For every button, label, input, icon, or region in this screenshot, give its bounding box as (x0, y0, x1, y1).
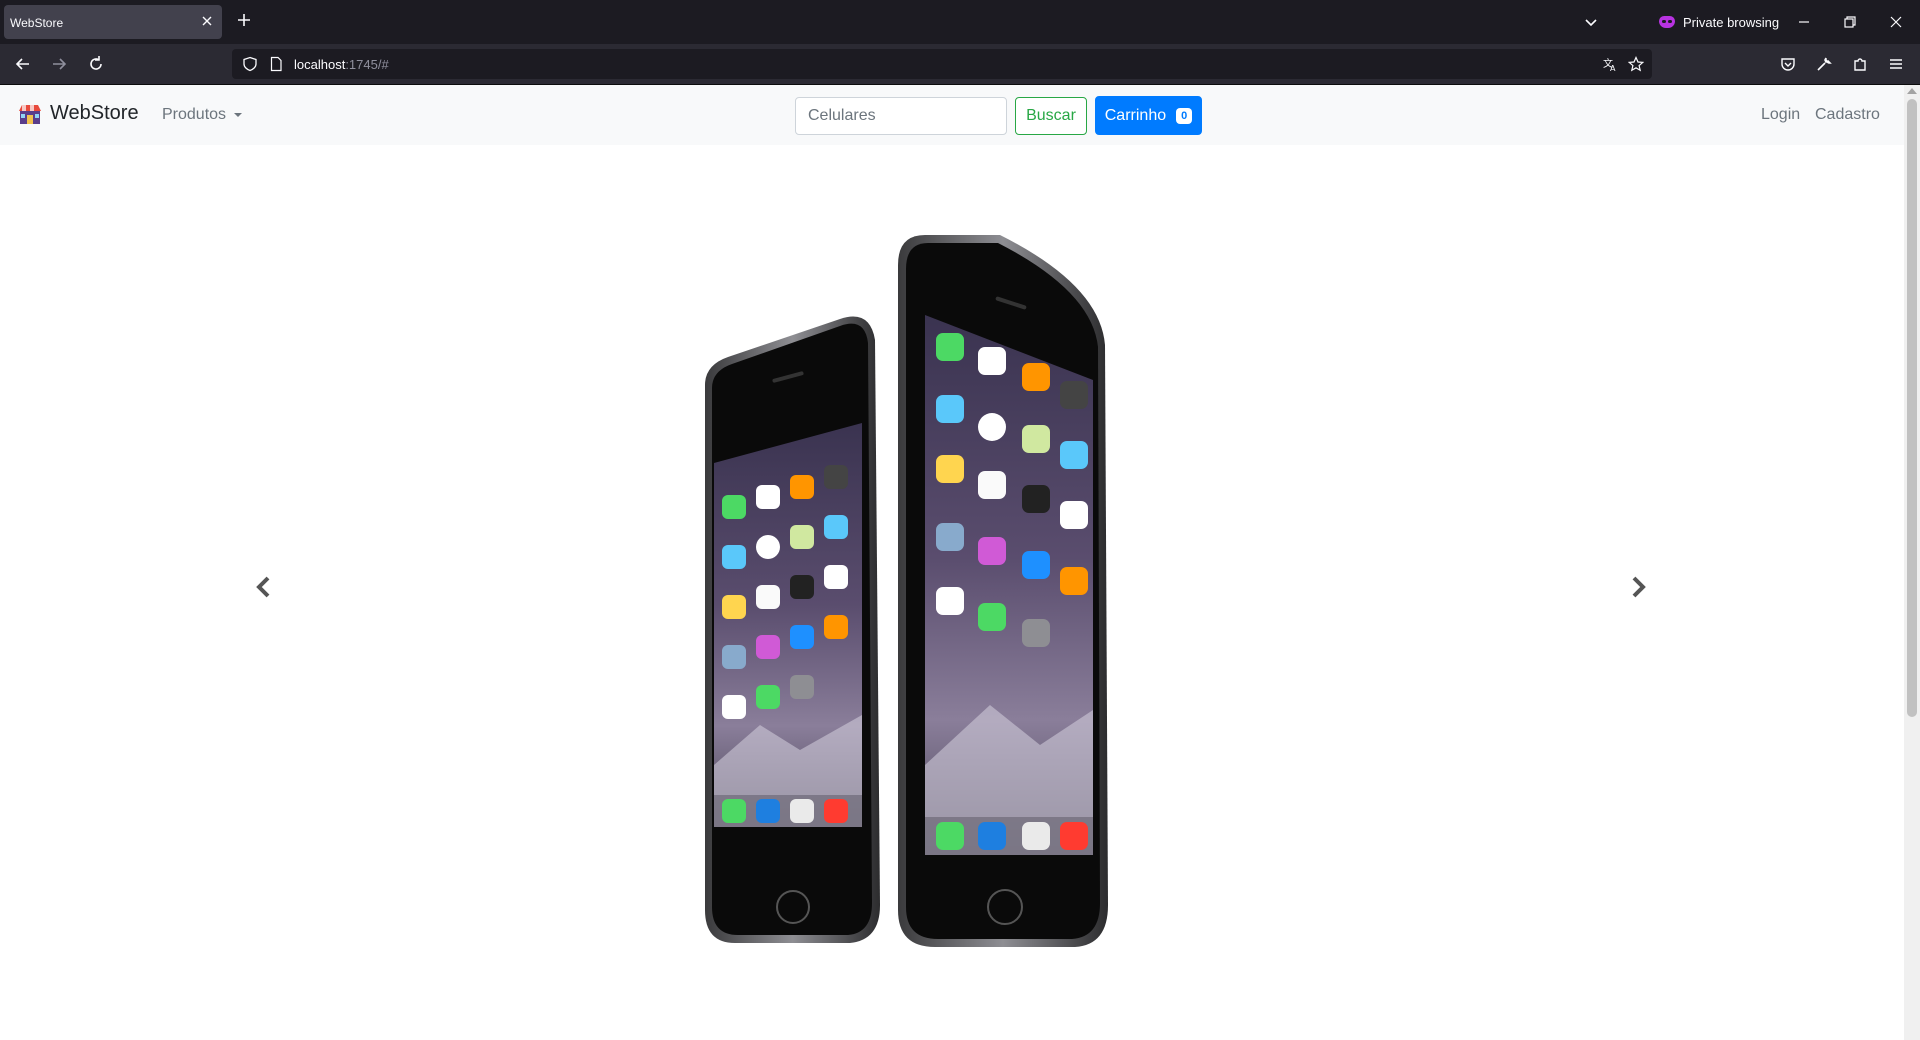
minimize-icon[interactable] (1794, 12, 1814, 32)
svg-text:A: A (1610, 64, 1616, 72)
browser-tabbar: WebStore Private browsing (0, 0, 1920, 44)
close-window-icon[interactable] (1886, 12, 1906, 32)
menu-hamburger-icon[interactable] (1886, 54, 1906, 74)
scroll-thumb[interactable] (1907, 99, 1917, 717)
carousel-slide-image (705, 235, 1108, 947)
search-input[interactable] (795, 97, 1007, 135)
shield-icon[interactable] (242, 56, 258, 72)
cart-count-badge: 0 (1176, 107, 1193, 124)
scroll-up-arrow-icon[interactable] (1907, 88, 1917, 94)
back-arrow-icon[interactable] (13, 54, 33, 74)
page-icon[interactable] (268, 56, 284, 72)
private-mask-icon (1659, 16, 1675, 28)
restore-icon[interactable] (1840, 12, 1860, 32)
translate-icon[interactable]: 文A (1602, 56, 1618, 72)
products-dropdown[interactable]: Produtos (162, 106, 243, 124)
caret-down-icon (234, 113, 243, 117)
reload-icon[interactable] (86, 54, 106, 74)
chevron-down-icon[interactable] (1584, 15, 1598, 29)
wrench-icon[interactable] (1814, 54, 1834, 74)
private-browsing-indicator: Private browsing (1659, 13, 1779, 31)
chevron-right-icon[interactable] (1628, 575, 1648, 599)
carousel (0, 145, 1904, 1040)
signup-link[interactable]: Cadastro (1815, 106, 1880, 124)
browser-tab[interactable]: WebStore (4, 5, 222, 39)
url-path: :1745/# (345, 57, 389, 72)
iphone-large (898, 235, 1108, 947)
browser-toolbar: localhost:1745/# 文A (0, 44, 1920, 84)
new-tab-icon[interactable] (236, 12, 252, 28)
bookmark-star-icon[interactable] (1628, 56, 1644, 72)
address-bar[interactable]: localhost:1745/# 文A (232, 49, 1652, 79)
store-icon (19, 104, 41, 124)
page-scrollbar[interactable] (1904, 85, 1920, 1040)
forward-arrow-icon[interactable] (49, 54, 69, 74)
cart-label: Carrinho (1104, 106, 1167, 124)
brand-link[interactable]: WebStore (18, 102, 139, 125)
login-link[interactable]: Login (1761, 106, 1800, 124)
products-dropdown-label: Produtos (162, 106, 227, 123)
page-viewport: WebStore Produtos Buscar Carrinho 0 Logi… (0, 85, 1920, 1040)
url-host: localhost (294, 57, 346, 72)
close-tab-icon[interactable] (200, 14, 214, 28)
iphone-small (705, 316, 880, 943)
url-text[interactable]: localhost:1745/# (294, 57, 389, 72)
search-button[interactable]: Buscar (1015, 97, 1087, 135)
extensions-icon[interactable] (1850, 54, 1870, 74)
private-browsing-label: Private browsing (1683, 14, 1780, 30)
site-navbar: WebStore Produtos Buscar Carrinho 0 Logi… (0, 85, 1904, 145)
cart-button[interactable]: Carrinho 0 (1095, 96, 1202, 135)
tab-title: WebStore (10, 16, 64, 30)
chevron-left-icon[interactable] (254, 575, 274, 599)
brand-name: WebStore (50, 102, 139, 124)
pocket-icon[interactable] (1778, 54, 1798, 74)
